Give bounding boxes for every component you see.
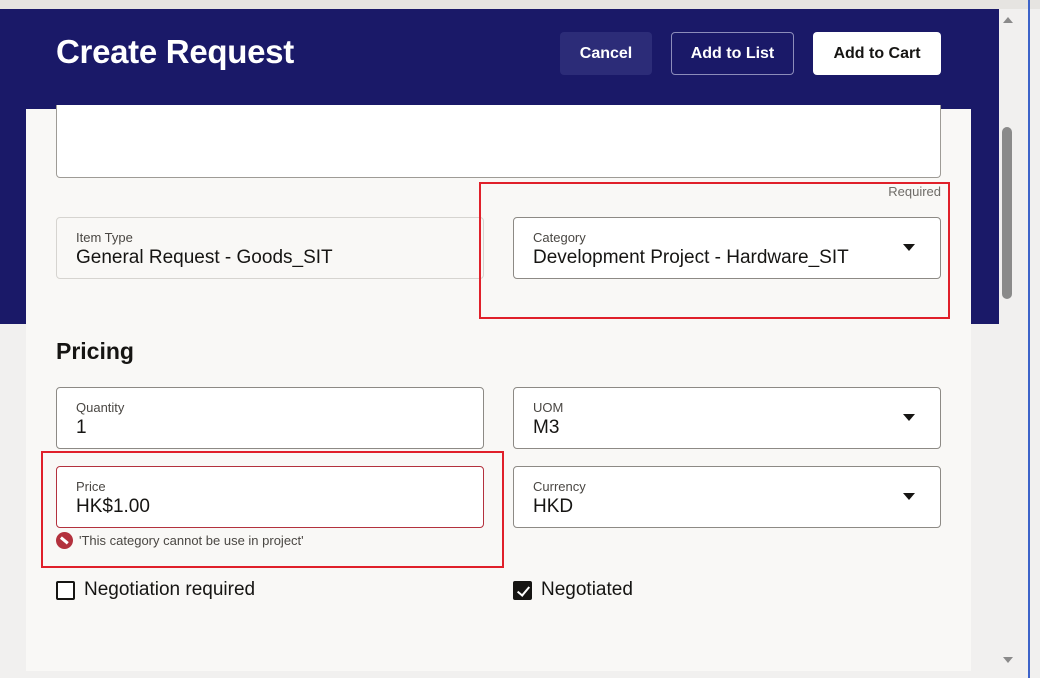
negotiated-label: Negotiated — [541, 579, 633, 600]
negotiation-required-checkbox-row[interactable]: Negotiation required — [56, 579, 255, 601]
uom-label: UOM — [533, 400, 564, 415]
description-textarea[interactable] — [56, 105, 941, 178]
uom-select[interactable]: UOM M3 — [513, 387, 941, 449]
price-highlight-box — [41, 451, 504, 568]
negotiated-checkbox-row[interactable]: Negotiated — [513, 579, 633, 601]
quantity-input[interactable]: Quantity 1 — [56, 387, 484, 449]
chevron-down-icon[interactable] — [903, 493, 915, 500]
add-to-list-button[interactable]: Add to List — [671, 32, 794, 75]
currency-label: Currency — [533, 479, 586, 494]
cancel-button[interactable]: Cancel — [560, 32, 652, 75]
quantity-label: Quantity — [76, 400, 125, 415]
window-right-gap — [1016, 9, 1028, 678]
vertical-scrollbar[interactable] — [999, 9, 1016, 671]
dialog-header: Create Request Cancel Add to List Add to… — [26, 9, 971, 109]
chevron-down-icon[interactable] — [903, 414, 915, 421]
dialog-title: Create Request — [56, 33, 294, 70]
window-edge — [1028, 0, 1030, 678]
category-highlight-box — [479, 182, 950, 319]
scroll-up-icon[interactable] — [1003, 17, 1013, 23]
scrollbar-thumb[interactable] — [1002, 127, 1012, 299]
uom-value: M3 — [533, 417, 560, 438]
item-type-value: General Request - Goods_SIT — [76, 247, 333, 268]
negotiated-checkbox[interactable] — [513, 580, 532, 600]
item-type-field: Item Type General Request - Goods_SIT — [56, 217, 484, 279]
pricing-section-title: Pricing — [56, 338, 134, 364]
scroll-down-icon[interactable] — [1003, 657, 1013, 663]
window-top-strip — [0, 0, 1040, 9]
currency-select[interactable]: Currency HKD — [513, 466, 941, 528]
add-to-cart-button[interactable]: Add to Cart — [813, 32, 941, 75]
negotiation-required-checkbox[interactable] — [56, 580, 75, 600]
create-request-dialog: Create Request Cancel Add to List Add to… — [26, 9, 971, 671]
currency-value: HKD — [533, 496, 574, 517]
quantity-value: 1 — [76, 417, 87, 438]
item-type-label: Item Type — [76, 230, 133, 245]
negotiation-required-label: Negotiation required — [84, 579, 256, 600]
